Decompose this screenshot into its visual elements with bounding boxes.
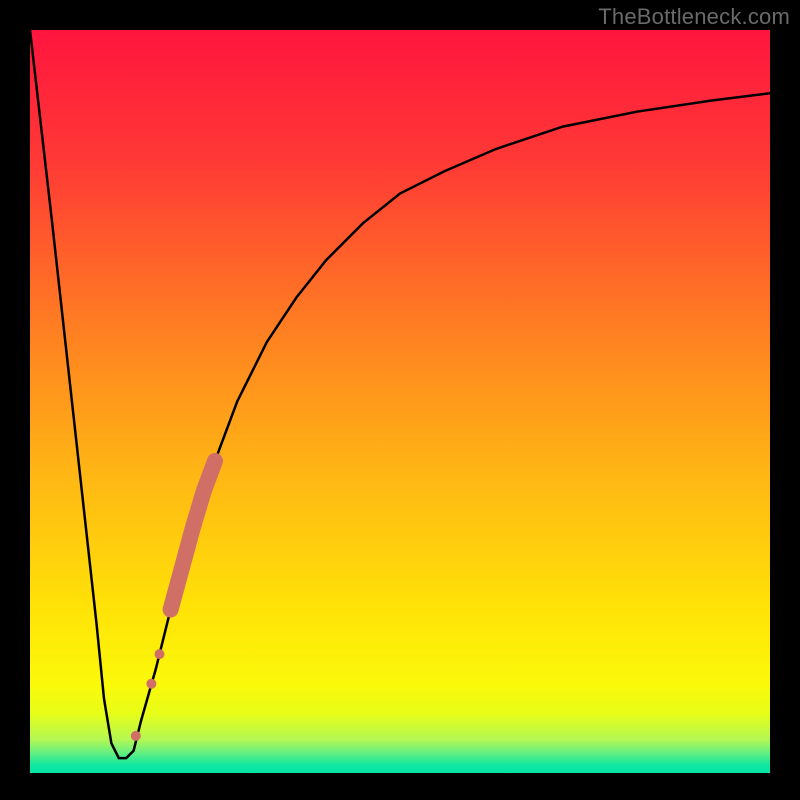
highlight-dot (155, 649, 165, 659)
bottleneck-chart (0, 0, 800, 800)
highlight-dot (131, 731, 141, 741)
chart-frame: TheBottleneck.com (0, 0, 800, 800)
plot-area (30, 30, 770, 773)
watermark-text: TheBottleneck.com (598, 4, 790, 30)
highlight-dot (146, 679, 156, 689)
